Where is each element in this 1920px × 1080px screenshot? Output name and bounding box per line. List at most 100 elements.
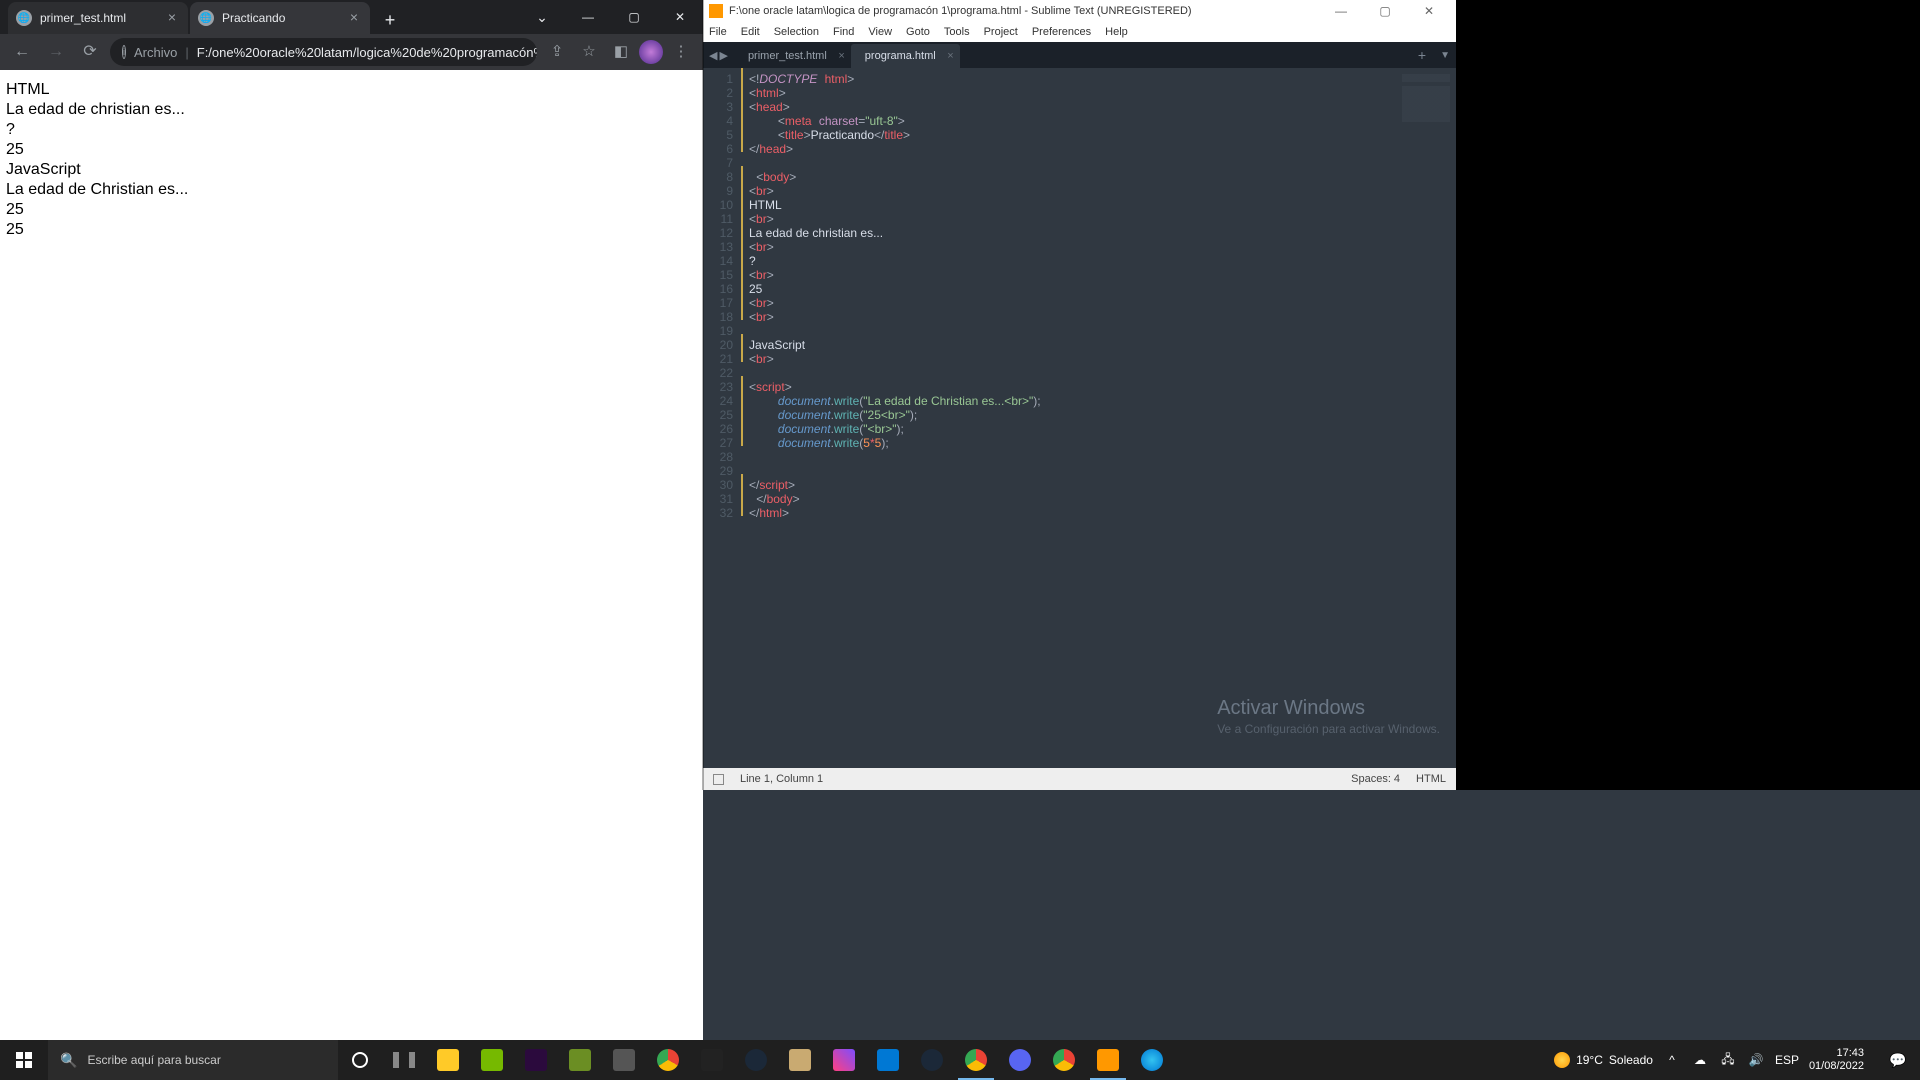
close-button[interactable]: ✕ <box>1408 4 1450 18</box>
minimize-button[interactable]: — <box>565 0 611 34</box>
taskbar-steam[interactable] <box>734 1040 778 1080</box>
sublime-tabbar: ◀ ▶ primer_test.html × programa.html × +… <box>703 42 1456 68</box>
status-syntax[interactable]: HTML <box>1416 773 1446 785</box>
nav-back-icon[interactable]: ◀ <box>709 49 717 62</box>
chrome-tab-label: Practicando <box>222 11 346 25</box>
taskbar-edge[interactable] <box>1130 1040 1174 1080</box>
sublime-title: F:\one oracle latam\logica de programacó… <box>729 5 1320 17</box>
chrome-tab-2[interactable]: 🌐 Practicando × <box>190 2 370 34</box>
star-icon[interactable]: ☆ <box>575 38 603 66</box>
close-icon[interactable]: × <box>947 50 953 62</box>
weather-widget[interactable]: 19°C Soleado <box>1554 1052 1653 1068</box>
chevron-down-icon[interactable]: ⌄ <box>519 0 565 34</box>
panel-switch-icon[interactable] <box>713 774 724 785</box>
share-icon[interactable]: ⇪ <box>543 38 571 66</box>
sublime-statusbar: Line 1, Column 1 Spaces: 4 HTML <box>703 768 1456 790</box>
weather-cond: Soleado <box>1609 1053 1653 1067</box>
tray-onedrive-icon[interactable]: ☁ <box>1691 1053 1709 1067</box>
taskbar-app[interactable] <box>514 1040 558 1080</box>
taskbar-chrome-running[interactable] <box>954 1040 998 1080</box>
back-button[interactable]: ← <box>8 38 36 66</box>
page-line: JavaScript <box>6 160 697 180</box>
menu-preferences[interactable]: Preferences <box>1032 26 1091 38</box>
new-tab-button[interactable]: + <box>1410 42 1434 68</box>
minimap[interactable] <box>1376 68 1456 768</box>
sidepanel-icon[interactable]: ◧ <box>607 38 635 66</box>
taskbar-app[interactable] <box>822 1040 866 1080</box>
taskbar-app[interactable] <box>602 1040 646 1080</box>
desktop-gap <box>703 790 1920 1040</box>
tray-network-icon[interactable]: 🖧 <box>1719 1050 1737 1071</box>
menu-help[interactable]: Help <box>1105 26 1128 38</box>
taskbar-explorer[interactable] <box>426 1040 470 1080</box>
page-line: 25 <box>6 200 697 220</box>
taskbar-epic[interactable] <box>690 1040 734 1080</box>
minimize-button[interactable]: — <box>1320 4 1362 18</box>
taskbar-vscode[interactable] <box>866 1040 910 1080</box>
taskbar-cortana[interactable] <box>338 1040 382 1080</box>
sun-icon <box>1554 1052 1570 1068</box>
url-scheme: Archivo <box>134 45 177 60</box>
menu-file[interactable]: File <box>709 26 727 38</box>
clock-date: 01/08/2022 <box>1809 1060 1864 1073</box>
menu-view[interactable]: View <box>868 26 892 38</box>
kebab-menu-icon[interactable]: ⋮ <box>667 38 695 66</box>
chrome-toolbar: ← → ⟳ i Archivo | F:/one%20oracle%20lata… <box>0 34 703 70</box>
taskbar-lol[interactable] <box>778 1040 822 1080</box>
url-path: F:/one%20oracle%20latam/logica%20de%20pr… <box>197 45 537 60</box>
tray-chevron-up-icon[interactable]: ^ <box>1663 1053 1681 1067</box>
search-icon: 🔍 <box>60 1052 77 1069</box>
sublime-titlebar: F:\one oracle latam\logica de programacó… <box>703 0 1456 22</box>
menu-selection[interactable]: Selection <box>774 26 819 38</box>
taskbar-chrome[interactable] <box>646 1040 690 1080</box>
action-center-icon[interactable]: 💬 <box>1880 1052 1916 1069</box>
menu-tools[interactable]: Tools <box>944 26 970 38</box>
windows-taskbar: 🔍 Escribe aquí para buscar 19°C Soleado … <box>0 1040 1920 1080</box>
new-tab-button[interactable]: + <box>376 6 404 34</box>
taskbar-nvidia[interactable] <box>470 1040 514 1080</box>
chrome-tab-1[interactable]: 🌐 primer_test.html × <box>8 2 188 34</box>
windows-activation-watermark: Activar Windows Ve a Configuración para … <box>1217 697 1440 736</box>
reload-button[interactable]: ⟳ <box>76 38 104 66</box>
menu-edit[interactable]: Edit <box>741 26 760 38</box>
taskbar-steam2[interactable] <box>910 1040 954 1080</box>
menu-goto[interactable]: Goto <box>906 26 930 38</box>
sublime-tab-2[interactable]: programa.html × <box>851 44 960 68</box>
taskbar-clock[interactable]: 17:43 01/08/2022 <box>1803 1047 1870 1073</box>
chrome-window-controls: ⌄ — ▢ ✕ <box>519 0 703 34</box>
taskbar-chrome-canary[interactable] <box>1042 1040 1086 1080</box>
taskbar-minecraft[interactable] <box>558 1040 602 1080</box>
menu-find[interactable]: Find <box>833 26 854 38</box>
profile-avatar[interactable] <box>639 40 663 64</box>
close-button[interactable]: ✕ <box>657 0 703 34</box>
taskbar-discord[interactable] <box>998 1040 1042 1080</box>
tab-dropdown-icon[interactable]: ▼ <box>1434 42 1456 68</box>
info-icon: i <box>122 45 126 59</box>
taskbar-taskview[interactable] <box>382 1040 426 1080</box>
address-bar[interactable]: i Archivo | F:/one%20oracle%20latam/logi… <box>110 38 537 66</box>
sublime-editor[interactable]: 1234567891011121314151617181920212223242… <box>703 68 1456 768</box>
start-button[interactable] <box>0 1040 48 1080</box>
status-indent[interactable]: Spaces: 4 <box>1351 773 1400 785</box>
status-line-col[interactable]: Line 1, Column 1 <box>740 773 823 785</box>
page-line: La edad de Christian es... <box>6 180 697 200</box>
tray-language[interactable]: ESP <box>1775 1053 1793 1067</box>
globe-icon: 🌐 <box>16 10 32 26</box>
forward-button[interactable]: → <box>42 38 70 66</box>
taskbar-sublime[interactable] <box>1086 1040 1130 1080</box>
tray-volume-icon[interactable]: 🔊 <box>1747 1053 1765 1067</box>
chrome-right-icons: ⇪ ☆ ◧ ⋮ <box>543 38 695 66</box>
sublime-tab-1[interactable]: primer_test.html × <box>734 44 851 68</box>
close-icon[interactable]: × <box>164 10 180 26</box>
tab-label: programa.html <box>865 50 936 62</box>
code-area[interactable]: <!DOCTYPE html> <html> <head> <meta char… <box>743 68 1376 768</box>
close-icon[interactable]: × <box>838 50 844 62</box>
maximize-button[interactable]: ▢ <box>1364 4 1406 18</box>
menu-project[interactable]: Project <box>984 26 1018 38</box>
taskbar-search[interactable]: 🔍 Escribe aquí para buscar <box>48 1040 338 1080</box>
nav-forward-icon[interactable]: ▶ <box>719 49 727 62</box>
sublime-menubar: File Edit Selection Find View Goto Tools… <box>703 22 1456 42</box>
watermark-title: Activar Windows <box>1217 697 1440 720</box>
close-icon[interactable]: × <box>346 10 362 26</box>
maximize-button[interactable]: ▢ <box>611 0 657 34</box>
